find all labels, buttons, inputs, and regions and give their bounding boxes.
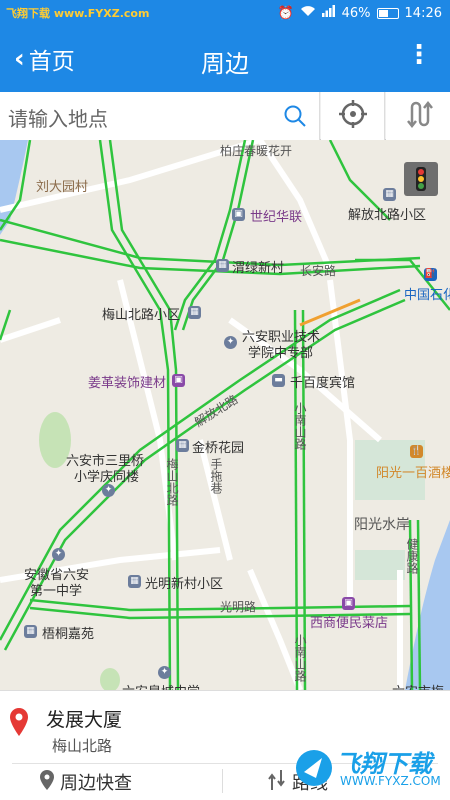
map-label: 学院中专部	[248, 346, 314, 361]
map-label: 梅山北路	[165, 458, 179, 506]
building-icon: ▦	[128, 575, 141, 588]
store-icon: ▣	[172, 374, 185, 387]
watermark-logo: 飞翔下载 WWW.FYXZ.COM	[294, 740, 444, 796]
swap-arrows-icon	[403, 99, 433, 133]
map-label: 刘大园村	[36, 180, 89, 195]
map-label: 阳光水岸	[354, 517, 410, 533]
search-bar: 请输入地点	[0, 92, 450, 140]
building-icon: ▦	[188, 306, 201, 319]
status-bar-watermark: 飞翔下载 www.FYXZ.com	[6, 7, 150, 20]
building-icon: ▦	[216, 259, 229, 272]
status-bar: 飞翔下载 www.FYXZ.com ⏰ 46% 14:26	[0, 0, 450, 28]
crosshair-icon	[338, 99, 368, 133]
logo-icon	[296, 750, 332, 786]
map-label: 解放北路小区	[348, 208, 427, 223]
restaurant-icon: 🍴	[410, 445, 423, 458]
map-label: 小学庆同楼	[74, 470, 140, 485]
map-label: 六安市梅	[392, 681, 444, 690]
building-icon: ▦	[383, 188, 396, 201]
clock: 14:26	[404, 5, 442, 21]
wifi-icon	[300, 5, 316, 21]
battery-percent: 46%	[341, 5, 371, 21]
map-label: 长安路	[300, 264, 337, 278]
hotel-icon: ▬	[272, 374, 285, 387]
building-icon: ▦	[24, 625, 37, 638]
school-icon: ✦	[102, 484, 115, 497]
map-label: 阳光一百酒楼	[376, 466, 450, 481]
map-label: 西商便民菜店	[310, 616, 389, 631]
nearby-search-label: 周边快查	[60, 773, 132, 794]
map-label: 光明新村小区	[145, 577, 224, 592]
store-icon: ▣	[342, 597, 355, 610]
map-label: 金桥花园	[192, 441, 245, 456]
school-icon: ✦	[224, 336, 237, 349]
map-label: 梧桐嘉苑	[42, 627, 95, 642]
map-label: 世纪华联	[250, 210, 303, 225]
map-label: 梅山北路小区	[102, 308, 181, 323]
map-label: 千百度宾馆	[290, 376, 356, 391]
map-label: 手拖巷	[209, 458, 223, 494]
alarm-icon: ⏰	[277, 5, 294, 21]
school-icon: ✦	[52, 548, 65, 561]
gas-station-icon: ⛽	[424, 268, 437, 281]
nearby-search-button[interactable]: 周边快查	[40, 769, 132, 795]
map-label: 姜革装饰建材	[88, 376, 167, 391]
map-label: 小南山路	[293, 402, 307, 450]
map-label: 第一中学	[30, 584, 83, 599]
building-icon: ▦	[176, 439, 189, 452]
school-icon: ✦	[158, 666, 171, 679]
search-input-box[interactable]: 请输入地点	[0, 92, 320, 140]
map-label: 光明路	[220, 600, 257, 614]
locate-button[interactable]	[321, 92, 385, 140]
status-bar-icons: ⏰ 46% 14:26	[277, 5, 442, 21]
map-view[interactable]: 柏庄春暖花开 刘大园村 ▣ 世纪华联 ▦ 解放北路小区 ▦ 渭绿新村 长安路 ⛽…	[0, 140, 450, 690]
map-label: 六安皋城中学	[122, 681, 200, 690]
app-bar: ‹ 首页 周边 ⋮	[0, 28, 450, 92]
map-pin-icon	[10, 708, 28, 740]
page-title: 周边	[201, 50, 249, 78]
traffic-toggle-button[interactable]	[404, 162, 438, 196]
map-label: 渭绿新村	[232, 261, 285, 276]
map-label: 小南山路	[293, 634, 307, 682]
battery-icon	[376, 7, 399, 19]
map-label: 健康路	[405, 538, 419, 574]
place-address: 梅山北路	[52, 737, 113, 755]
route-swap-button[interactable]	[386, 92, 450, 140]
divider	[222, 769, 223, 793]
shop-icon: ▣	[232, 208, 245, 221]
route-arrows-icon	[268, 769, 286, 795]
traffic-light-icon	[416, 167, 426, 191]
place-name: 发展大厦	[46, 709, 123, 731]
watermark-url: WWW.FYXZ.COM	[340, 774, 441, 788]
map-label: 中国石化	[404, 288, 450, 303]
signal-icon	[321, 5, 336, 21]
map-label: 柏庄春暖花开	[220, 144, 293, 158]
search-icon[interactable]	[283, 104, 307, 132]
search-input[interactable]: 请输入地点	[8, 103, 108, 132]
location-pin-icon	[40, 769, 54, 795]
more-vertical-icon[interactable]: ⋮	[406, 42, 432, 68]
